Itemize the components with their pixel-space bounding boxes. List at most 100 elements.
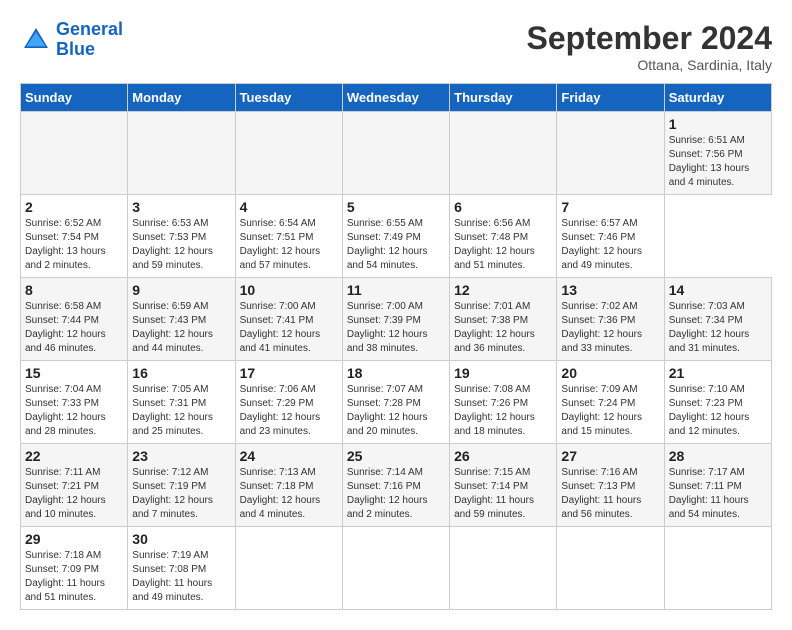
- day-info: Sunrise: 7:06 AMSunset: 7:29 PMDaylight:…: [240, 384, 321, 437]
- day-number: 24: [240, 448, 338, 464]
- calendar-week-row: 29 Sunrise: 7:18 AMSunset: 7:09 PMDayligh…: [21, 527, 772, 610]
- calendar-day: 4 Sunrise: 6:54 AMSunset: 7:51 PMDaylight…: [235, 195, 342, 278]
- day-info: Sunrise: 6:59 AMSunset: 7:43 PMDaylight:…: [132, 301, 213, 354]
- month-title: September 2024: [527, 20, 772, 57]
- header-row: SundayMondayTuesdayWednesdayThursdayFrid…: [21, 84, 772, 112]
- calendar-day: 21Sunrise: 7:10 AMSunset: 7:23 PMDayligh…: [664, 361, 771, 444]
- day-number: 20: [561, 365, 659, 381]
- day-number: 14: [669, 282, 767, 298]
- day-info: Sunrise: 7:14 AMSunset: 7:16 PMDaylight:…: [347, 467, 428, 520]
- empty-cell: [450, 112, 557, 195]
- title-block: September 2024 Ottana, Sardinia, Italy: [527, 20, 772, 73]
- day-number: 25: [347, 448, 445, 464]
- calendar-day: 20Sunrise: 7:09 AMSunset: 7:24 PMDayligh…: [557, 361, 664, 444]
- location: Ottana, Sardinia, Italy: [527, 57, 772, 73]
- day-number: 22: [25, 448, 123, 464]
- day-number: 21: [669, 365, 767, 381]
- empty-cell: [664, 527, 771, 610]
- day-info: Sunrise: 7:02 AMSunset: 7:36 PMDaylight:…: [561, 301, 642, 354]
- day-number: 12: [454, 282, 552, 298]
- empty-cell: [342, 112, 449, 195]
- day-info: Sunrise: 6:51 AMSunset: 7:56 PMDaylight:…: [669, 135, 750, 188]
- calendar-day: 19Sunrise: 7:08 AMSunset: 7:26 PMDayligh…: [450, 361, 557, 444]
- day-info: Sunrise: 7:05 AMSunset: 7:31 PMDaylight:…: [132, 384, 213, 437]
- day-number: 1: [669, 116, 767, 132]
- day-number: 6: [454, 199, 552, 215]
- day-info: Sunrise: 6:57 AMSunset: 7:46 PMDaylight:…: [561, 218, 642, 271]
- calendar-table: SundayMondayTuesdayWednesdayThursdayFrid…: [20, 83, 772, 610]
- day-info: Sunrise: 7:18 AMSunset: 7:09 PMDaylight:…: [25, 550, 105, 603]
- day-number: 19: [454, 365, 552, 381]
- empty-cell: [235, 112, 342, 195]
- calendar-week-row: 15Sunrise: 7:04 AMSunset: 7:33 PMDayligh…: [21, 361, 772, 444]
- calendar-day: 28Sunrise: 7:17 AMSunset: 7:11 PMDayligh…: [664, 444, 771, 527]
- calendar-week-row: 2Sunrise: 6:52 AMSunset: 7:54 PMDaylight…: [21, 195, 772, 278]
- day-header-monday: Monday: [128, 84, 235, 112]
- day-info: Sunrise: 7:15 AMSunset: 7:14 PMDaylight:…: [454, 467, 534, 520]
- day-info: Sunrise: 7:16 AMSunset: 7:13 PMDaylight:…: [561, 467, 641, 520]
- calendar-day: 2Sunrise: 6:52 AMSunset: 7:54 PMDaylight…: [21, 195, 128, 278]
- calendar-day: 13 Sunrise: 7:02 AMSunset: 7:36 PMDayligh…: [557, 278, 664, 361]
- empty-cell: [342, 527, 449, 610]
- calendar-day: 11 Sunrise: 7:00 AMSunset: 7:39 PMDayligh…: [342, 278, 449, 361]
- empty-cell: [557, 527, 664, 610]
- page-header: General Blue September 2024 Ottana, Sard…: [20, 20, 772, 73]
- day-number: 9: [132, 282, 230, 298]
- day-number: 17: [240, 365, 338, 381]
- day-info: Sunrise: 7:13 AMSunset: 7:18 PMDaylight:…: [240, 467, 321, 520]
- calendar-day: 1 Sunrise: 6:51 AMSunset: 7:56 PMDaylight…: [664, 112, 771, 195]
- day-number: 5: [347, 199, 445, 215]
- day-number: 15: [25, 365, 123, 381]
- calendar-day: 22 Sunrise: 7:11 AMSunset: 7:21 PMDayligh…: [21, 444, 128, 527]
- logo: General Blue: [20, 20, 123, 60]
- calendar-day: 14 Sunrise: 7:03 AMSunset: 7:34 PMDayligh…: [664, 278, 771, 361]
- day-number: 26: [454, 448, 552, 464]
- day-info: Sunrise: 7:01 AMSunset: 7:38 PMDaylight:…: [454, 301, 535, 354]
- day-info: Sunrise: 6:52 AMSunset: 7:54 PMDaylight:…: [25, 218, 106, 271]
- logo-text: General Blue: [56, 20, 123, 60]
- day-header-thursday: Thursday: [450, 84, 557, 112]
- calendar-day: 24 Sunrise: 7:13 AMSunset: 7:18 PMDayligh…: [235, 444, 342, 527]
- calendar-day: 29 Sunrise: 7:18 AMSunset: 7:09 PMDayligh…: [21, 527, 128, 610]
- day-info: Sunrise: 6:56 AMSunset: 7:48 PMDaylight:…: [454, 218, 535, 271]
- calendar-day: 27 Sunrise: 7:16 AMSunset: 7:13 PMDayligh…: [557, 444, 664, 527]
- day-number: 10: [240, 282, 338, 298]
- day-info: Sunrise: 6:58 AMSunset: 7:44 PMDaylight:…: [25, 301, 106, 354]
- day-header-wednesday: Wednesday: [342, 84, 449, 112]
- day-header-friday: Friday: [557, 84, 664, 112]
- calendar-day: 26 Sunrise: 7:15 AMSunset: 7:14 PMDayligh…: [450, 444, 557, 527]
- day-info: Sunrise: 7:07 AMSunset: 7:28 PMDaylight:…: [347, 384, 428, 437]
- calendar-week-row: 22 Sunrise: 7:11 AMSunset: 7:21 PMDayligh…: [21, 444, 772, 527]
- calendar-day: 17 Sunrise: 7:06 AMSunset: 7:29 PMDayligh…: [235, 361, 342, 444]
- day-info: Sunrise: 7:03 AMSunset: 7:34 PMDaylight:…: [669, 301, 750, 354]
- day-info: Sunrise: 6:53 AMSunset: 7:53 PMDaylight:…: [132, 218, 213, 271]
- calendar-day: 9 Sunrise: 6:59 AMSunset: 7:43 PMDaylight…: [128, 278, 235, 361]
- day-info: Sunrise: 6:55 AMSunset: 7:49 PMDaylight:…: [347, 218, 428, 271]
- day-number: 4: [240, 199, 338, 215]
- empty-cell: [235, 527, 342, 610]
- empty-cell: [557, 112, 664, 195]
- calendar-day: 6 Sunrise: 6:56 AMSunset: 7:48 PMDaylight…: [450, 195, 557, 278]
- day-info: Sunrise: 7:11 AMSunset: 7:21 PMDaylight:…: [25, 467, 106, 520]
- day-info: Sunrise: 6:54 AMSunset: 7:51 PMDaylight:…: [240, 218, 321, 271]
- calendar-day: 16Sunrise: 7:05 AMSunset: 7:31 PMDayligh…: [128, 361, 235, 444]
- logo-general: General: [56, 19, 123, 39]
- day-number: 11: [347, 282, 445, 298]
- day-number: 13: [561, 282, 659, 298]
- day-info: Sunrise: 7:00 AMSunset: 7:39 PMDaylight:…: [347, 301, 428, 354]
- calendar-week-row: 8Sunrise: 6:58 AMSunset: 7:44 PMDaylight…: [21, 278, 772, 361]
- day-number: 18: [347, 365, 445, 381]
- day-number: 29: [25, 531, 123, 547]
- day-header-saturday: Saturday: [664, 84, 771, 112]
- day-info: Sunrise: 7:19 AMSunset: 7:08 PMDaylight:…: [132, 550, 212, 603]
- day-number: 30: [132, 531, 230, 547]
- calendar-day: 25 Sunrise: 7:14 AMSunset: 7:16 PMDayligh…: [342, 444, 449, 527]
- day-info: Sunrise: 7:00 AMSunset: 7:41 PMDaylight:…: [240, 301, 321, 354]
- calendar-day: 18 Sunrise: 7:07 AMSunset: 7:28 PMDayligh…: [342, 361, 449, 444]
- day-number: 27: [561, 448, 659, 464]
- calendar-day: 7Sunrise: 6:57 AMSunset: 7:46 PMDaylight…: [557, 195, 664, 278]
- calendar-day: 23Sunrise: 7:12 AMSunset: 7:19 PMDayligh…: [128, 444, 235, 527]
- day-header-sunday: Sunday: [21, 84, 128, 112]
- empty-cell: [450, 527, 557, 610]
- day-number: 28: [669, 448, 767, 464]
